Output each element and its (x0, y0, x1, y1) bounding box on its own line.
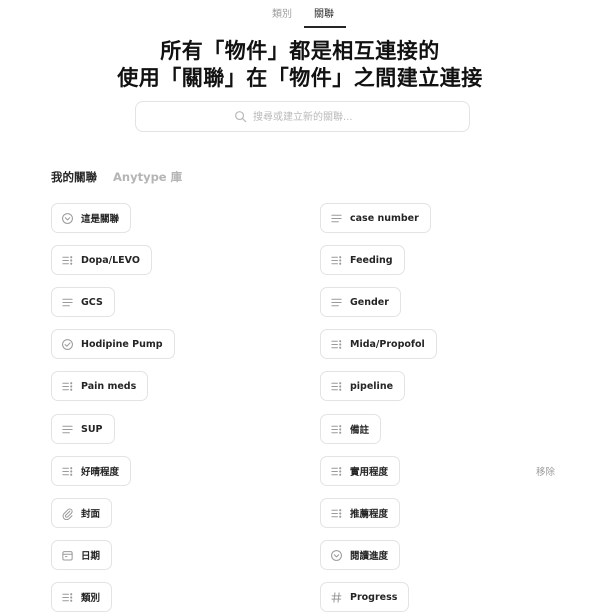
tab-relations[interactable]: 關聯 (314, 5, 334, 20)
text-icon (330, 296, 343, 309)
relation-chip-label: 好晴程度 (81, 467, 120, 478)
relation-chip[interactable]: 好晴程度 (51, 456, 132, 486)
top-tab-bar: 類別 關聯 (0, 0, 600, 28)
status-icon (330, 549, 343, 562)
status-icon (61, 212, 74, 225)
text-icon (61, 296, 74, 309)
relation-chip-label: Dopa/LEVO (81, 254, 140, 266)
relation-chip-label: SUP (81, 423, 103, 435)
relation-chip[interactable]: Dopa/LEVO (51, 245, 152, 275)
relation-chip[interactable]: Hodipine Pump (51, 329, 175, 359)
tab-anytype-library[interactable]: Anytype 庫 (113, 169, 182, 185)
relation-chip-label: Pain meds (81, 380, 137, 392)
relation-chip[interactable]: case number (320, 203, 431, 233)
relation-chip[interactable]: pipeline (320, 371, 406, 401)
select-icon (61, 465, 74, 478)
relation-chip[interactable]: Feeding (320, 245, 405, 275)
select-icon (61, 591, 74, 604)
select-icon (61, 380, 74, 393)
relation-chip[interactable]: Gender (320, 287, 401, 317)
select-icon (61, 254, 74, 267)
relation-chip-label: Progress (350, 591, 398, 603)
relation-chip-label: 閱讀進度 (350, 551, 389, 562)
relation-chip-label: Gender (350, 296, 389, 308)
remove-button[interactable]: 移除 (536, 464, 555, 478)
relation-chip-label: 這是關聯 (81, 214, 120, 225)
select-icon (330, 338, 343, 351)
relation-chip-label: Feeding (350, 254, 393, 266)
number-icon (330, 591, 343, 604)
relation-chip[interactable]: 封面 (51, 498, 113, 528)
tab-my-relations[interactable]: 我的關聯 (51, 169, 97, 185)
relation-chip[interactable]: GCS (51, 287, 115, 317)
relation-chip[interactable]: 這是關聯 (51, 203, 132, 233)
relation-chip[interactable]: Mida/Propofol (320, 329, 437, 359)
relation-chip[interactable]: Progress (320, 582, 410, 612)
relation-chip-label: 日期 (81, 551, 101, 562)
relation-chip[interactable]: Pain meds (51, 371, 149, 401)
relation-chip[interactable]: 備註 (320, 414, 382, 444)
select-icon (330, 254, 343, 267)
search-box[interactable] (135, 101, 470, 132)
search-input[interactable] (253, 107, 458, 127)
hero-title-line-1: 所有「物件」都是相互連接的 (160, 39, 440, 63)
paperclip-icon (61, 507, 74, 520)
relation-chip[interactable]: 推薦程度 (320, 498, 401, 528)
hero-title-line-2: 使用「關聯」在「物件」之間建立連接 (117, 66, 483, 90)
select-icon (330, 423, 343, 436)
relation-chip-label: case number (350, 212, 419, 224)
relation-chip-label: 類別 (81, 593, 101, 604)
relation-chip[interactable]: 閱讀進度 (320, 540, 401, 570)
select-icon (330, 465, 343, 478)
text-icon (330, 212, 343, 225)
relation-chip-label: 實用程度 (350, 467, 389, 478)
relation-chip[interactable]: SUP (51, 414, 115, 444)
select-icon (330, 380, 343, 393)
relation-chip-label: Mida/Propofol (350, 338, 425, 350)
checkbox-icon (61, 338, 74, 351)
relation-chip-label: pipeline (350, 380, 394, 392)
calendar-icon (61, 549, 74, 562)
select-icon (330, 507, 343, 520)
search-icon (235, 111, 247, 123)
active-tab-underline (304, 26, 346, 28)
text-icon (61, 423, 74, 436)
relation-chip-label: Hodipine Pump (81, 338, 163, 350)
relation-chip-label: 推薦程度 (350, 509, 389, 520)
relation-chip-label: GCS (81, 296, 103, 308)
relation-chip[interactable]: 類別 (51, 582, 113, 612)
tab-types[interactable]: 類別 (272, 5, 292, 20)
relation-chip-label: 封面 (81, 509, 101, 520)
relation-chip[interactable]: 實用程度 (320, 456, 401, 486)
relation-chip-label: 備註 (350, 425, 370, 436)
relation-chip[interactable]: 日期 (51, 540, 113, 570)
